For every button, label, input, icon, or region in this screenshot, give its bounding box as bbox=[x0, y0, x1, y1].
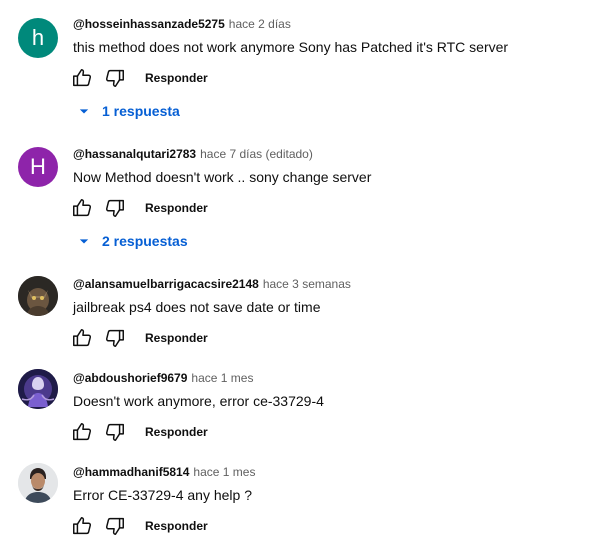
view-replies-button[interactable]: 2 respuestas bbox=[74, 231, 188, 251]
avatar-letter: h bbox=[31, 25, 45, 50]
reply-button[interactable]: Responder bbox=[145, 201, 208, 215]
author-handle[interactable]: @abdoushorief9679 bbox=[73, 371, 187, 385]
dislike-button[interactable] bbox=[103, 66, 127, 90]
avatar[interactable] bbox=[18, 276, 58, 316]
like-button[interactable] bbox=[70, 514, 94, 538]
thumb-up-icon bbox=[73, 423, 92, 441]
thumb-up-icon bbox=[73, 199, 92, 217]
thumb-down-icon bbox=[105, 329, 124, 347]
comment-header: @hosseinhassanzade5275 hace 2 días bbox=[73, 16, 291, 32]
comment-actions: Responder bbox=[70, 66, 208, 90]
comment-header: @hassanalqutari2783 hace 7 días (editado) bbox=[73, 146, 313, 162]
comment-header: @abdoushorief9679 hace 1 mes bbox=[73, 370, 253, 386]
dislike-button[interactable] bbox=[103, 326, 127, 350]
comment-actions: Responder bbox=[70, 420, 208, 444]
avatar[interactable]: H bbox=[18, 147, 58, 187]
comment-text: Doesn't work anymore, error ce-33729-4 bbox=[73, 393, 324, 409]
avatar-image-icon bbox=[18, 276, 58, 316]
comment-time[interactable]: hace 1 mes bbox=[191, 371, 253, 385]
avatar-letter: H bbox=[30, 154, 46, 179]
thumb-up-icon bbox=[73, 69, 92, 87]
comment-header: @hammadhanif5814 hace 1 mes bbox=[73, 464, 255, 480]
comment-text: Now Method doesn't work .. sony change s… bbox=[73, 169, 372, 185]
thumb-down-icon bbox=[105, 69, 124, 87]
comment-time[interactable]: hace 7 días (editado) bbox=[200, 147, 313, 161]
comment-text: jailbreak ps4 does not save date or time bbox=[73, 299, 321, 315]
like-button[interactable] bbox=[70, 420, 94, 444]
reply-button[interactable]: Responder bbox=[145, 71, 208, 85]
dislike-button[interactable] bbox=[103, 514, 127, 538]
comment-actions: Responder bbox=[70, 326, 208, 350]
dislike-button[interactable] bbox=[103, 196, 127, 220]
thumb-down-icon bbox=[105, 423, 124, 441]
author-handle[interactable]: @hosseinhassanzade5275 bbox=[73, 17, 225, 31]
comment-time[interactable]: hace 3 semanas bbox=[263, 277, 351, 291]
comment-time[interactable]: hace 2 días bbox=[229, 17, 291, 31]
avatar-image-icon bbox=[18, 463, 58, 503]
comment-text: Error CE-33729-4 any help ? bbox=[73, 487, 252, 503]
avatar-image-icon bbox=[18, 369, 58, 409]
thumb-up-icon bbox=[73, 517, 92, 535]
comment-text: this method does not work anymore Sony h… bbox=[73, 39, 509, 55]
avatar[interactable] bbox=[18, 463, 58, 503]
author-handle[interactable]: @alansamuelbarrigacacsire2148 bbox=[73, 277, 259, 291]
chevron-down-icon bbox=[79, 109, 89, 114]
reply-button[interactable]: Responder bbox=[145, 519, 208, 533]
like-button[interactable] bbox=[70, 326, 94, 350]
comment-time[interactable]: hace 1 mes bbox=[193, 465, 255, 479]
reply-button[interactable]: Responder bbox=[145, 331, 208, 345]
thumb-up-icon bbox=[73, 329, 92, 347]
comment-actions: Responder bbox=[70, 514, 208, 538]
avatar[interactable]: h bbox=[18, 18, 58, 58]
reply-button[interactable]: Responder bbox=[145, 425, 208, 439]
like-button[interactable] bbox=[70, 66, 94, 90]
dislike-button[interactable] bbox=[103, 420, 127, 444]
chevron-down-icon bbox=[79, 239, 89, 244]
comment-header: @alansamuelbarrigacacsire2148 hace 3 sema… bbox=[73, 276, 351, 292]
view-replies-button[interactable]: 1 respuesta bbox=[74, 101, 180, 121]
comment-actions: Responder bbox=[70, 196, 208, 220]
author-handle[interactable]: @hassanalqutari2783 bbox=[73, 147, 196, 161]
replies-count: 2 respuestas bbox=[102, 233, 188, 249]
thumb-down-icon bbox=[105, 199, 124, 217]
avatar[interactable] bbox=[18, 369, 58, 409]
replies-count: 1 respuesta bbox=[102, 103, 180, 119]
like-button[interactable] bbox=[70, 196, 94, 220]
author-handle[interactable]: @hammadhanif5814 bbox=[73, 465, 189, 479]
thumb-down-icon bbox=[105, 517, 124, 535]
